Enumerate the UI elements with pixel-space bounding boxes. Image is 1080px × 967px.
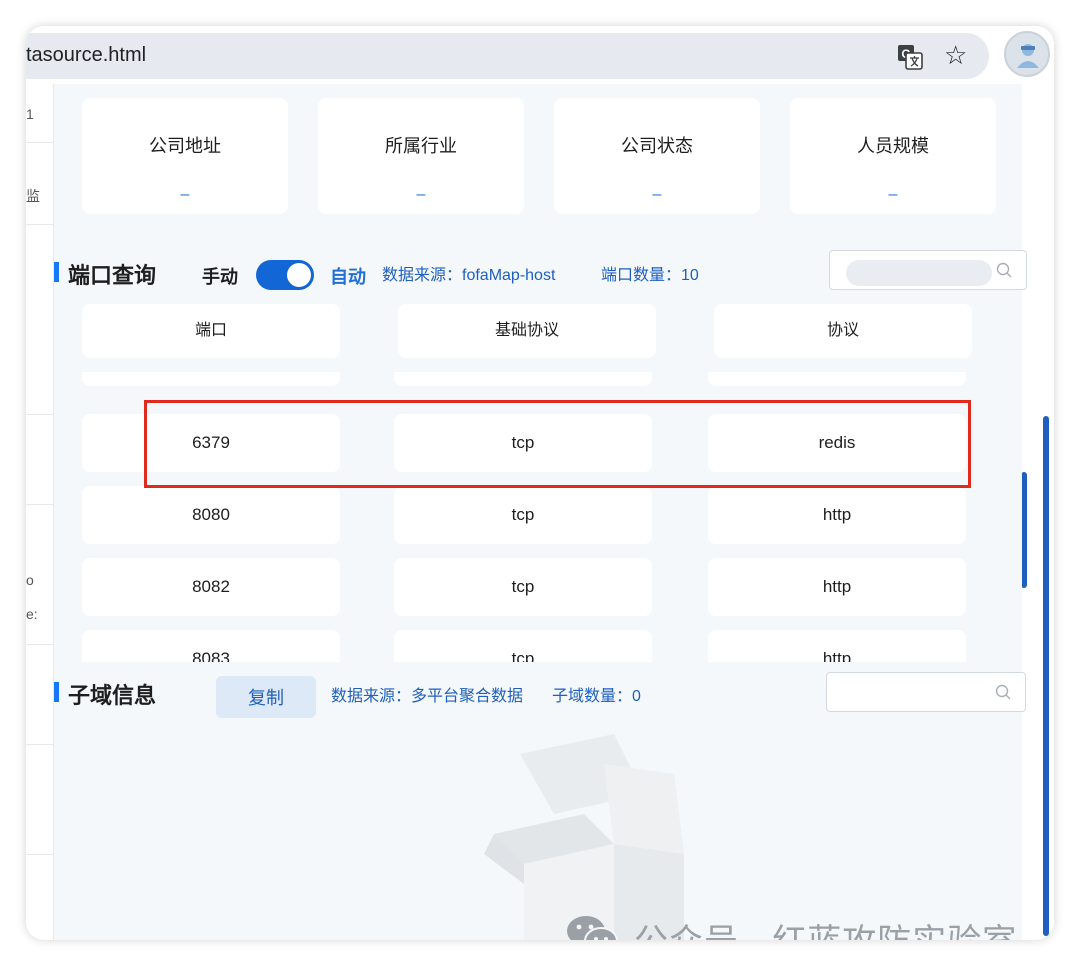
table-row: 8083 tcp http [54,630,1022,662]
page-scrollbar[interactable] [1043,416,1049,936]
divider [26,414,53,415]
cell-base-protocol: tcp [394,558,652,616]
subdomain-search-input[interactable] [826,672,1026,712]
empty-box-icon [484,734,684,940]
port-data-source: 数据来源：fofaMap-host [382,267,556,284]
cell-port: 8080 [82,486,340,544]
cell-port: 8082 [82,558,340,616]
info-card-address: 公司地址 – [82,98,288,214]
browser-toolbar: tasource.html G ☆ [26,26,1054,84]
divider [26,142,53,143]
section-marker [54,682,59,702]
cell-base-protocol: tcp [394,372,652,386]
column-header-base-protocol: 基础协议 [398,304,656,358]
cell-protocol: http [708,558,966,616]
divider [26,224,53,225]
info-value: – [416,186,426,203]
browser-window: tasource.html G ☆ 1 监 o e: [26,26,1054,940]
info-label: 公司状态 [621,136,693,156]
detail-panel: 公司地址 – 所属行业 – 公司状态 – 人员规模 – 端口查询 手动 自动 数… [54,84,1027,940]
info-value: – [652,186,662,203]
subdomain-count: 子域数量：0 [552,688,641,705]
annotation-highlight-box [144,400,971,488]
copy-button[interactable]: 复制 [216,676,316,718]
mode-toggle[interactable] [256,260,314,290]
info-label: 人员规模 [857,136,929,156]
watermark-text: 公众号 · 红蓝攻防实验室 [634,914,1017,940]
subdomain-data-source: 数据来源：多平台聚合数据 [331,688,524,705]
divider [26,644,53,645]
divider [26,744,53,745]
subdomain-section-title: 子域信息 [68,683,157,708]
mode-manual-label[interactable]: 手动 [202,263,238,289]
cell-port: 3306 [82,372,340,386]
cell-protocol: mysql [708,372,966,386]
cell-protocol: http [708,630,966,662]
section-marker [54,262,59,282]
table-row: 8080 tcp http [54,486,1022,544]
wechat-icon [567,916,618,940]
star-icon[interactable]: ☆ [944,42,967,68]
mode-auto-label[interactable]: 自动 [330,263,366,289]
info-card-status: 公司状态 – [554,98,760,214]
toggle-knob [287,263,311,287]
info-value: – [888,186,898,203]
port-count: 端口数量：10 [601,267,699,284]
column-header-protocol: 协议 [714,304,972,358]
cell-base-protocol: tcp [394,486,652,544]
port-section-title: 端口查询 [68,263,157,288]
translate-icon[interactable]: G [897,44,923,70]
table-row: 8082 tcp http [54,558,1022,616]
url-text[interactable]: tasource.html [26,44,146,67]
search-icon [996,262,1012,283]
divider [26,504,53,505]
info-label: 公司地址 [149,136,221,156]
avatar[interactable] [1004,31,1050,77]
background-page-right [1021,84,1054,940]
background-fragment: 1 [26,106,34,122]
table-row: 3306 tcp mysql [54,372,1022,386]
info-card-staff-size: 人员规模 – [790,98,996,214]
background-page-left: 1 监 o e: [26,84,54,940]
search-icon [995,684,1011,705]
background-fragment: e: [26,606,38,622]
cell-port: 8083 [82,630,340,662]
info-card-industry: 所属行业 – [318,98,524,214]
column-header-port: 端口 [82,304,340,358]
background-fragment: 监 [26,188,40,204]
cell-base-protocol: tcp [394,630,652,662]
address-bar[interactable] [26,33,989,79]
info-value: – [180,186,190,203]
redacted-value [846,260,992,286]
background-fragment: o [26,572,34,588]
divider [26,854,53,855]
info-label: 所属行业 [385,136,457,156]
cell-protocol: http [708,486,966,544]
